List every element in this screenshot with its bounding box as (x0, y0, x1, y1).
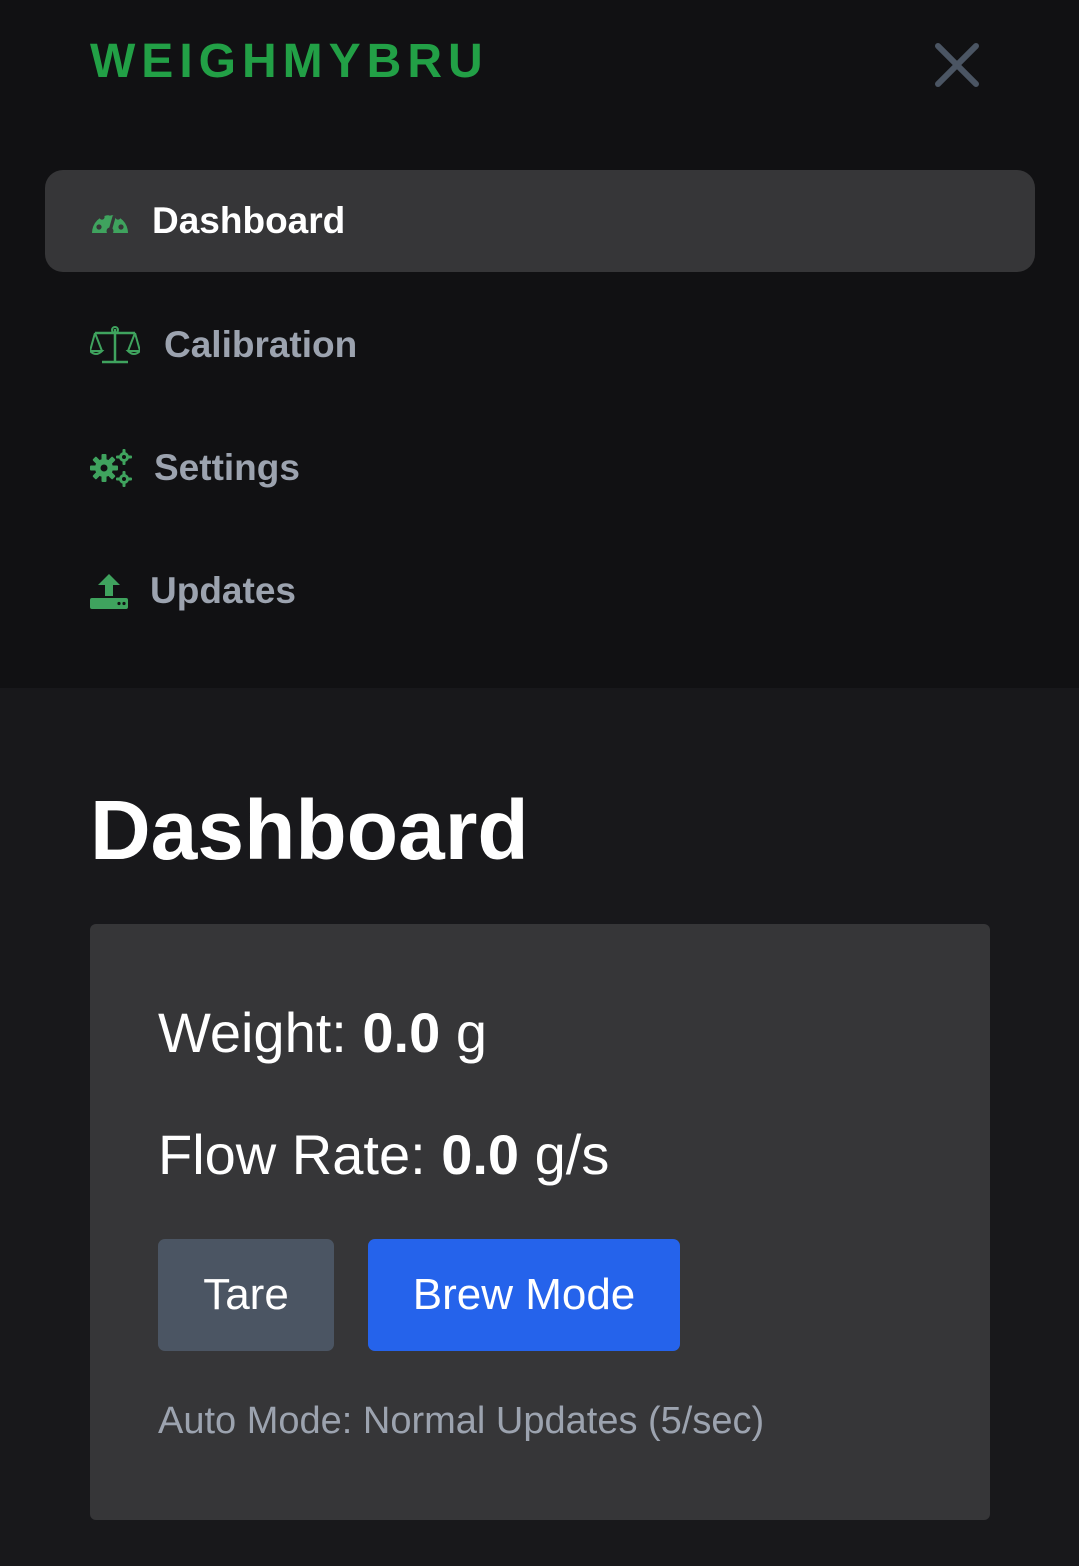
weight-value: 0.0 (362, 1001, 441, 1064)
sidebar-item-label: Calibration (164, 324, 358, 365)
sidebar-item-settings[interactable]: Settings (90, 441, 300, 495)
sidebar-item-updates[interactable]: Updates (90, 564, 296, 618)
sidebar-nav: WEIGHMYBRU Dashboard Calibration Setting… (0, 0, 1079, 688)
flow-rate-value: 0.0 (441, 1123, 520, 1186)
weight-readout: Weight: 0.0 g (158, 1000, 487, 1065)
page-title: Dashboard (90, 783, 529, 877)
sidebar-item-label: Dashboard (152, 200, 346, 241)
close-icon (935, 43, 979, 87)
brew-mode-button[interactable]: Brew Mode (368, 1239, 680, 1351)
flow-rate-label: Flow Rate: (158, 1123, 426, 1186)
sidebar-item-label: Settings (154, 447, 300, 488)
weight-unit: g (455, 1001, 487, 1064)
auto-mode-status: Auto Mode: Normal Updates (5/sec) (158, 1400, 765, 1442)
close-menu-button[interactable] (930, 38, 984, 92)
sidebar-item-label: Updates (150, 570, 296, 611)
upload-icon (90, 572, 128, 610)
gauge-icon (90, 205, 130, 237)
flow-rate-unit: g/s (534, 1123, 610, 1186)
flow-rate-readout: Flow Rate: 0.0 g/s (158, 1122, 609, 1187)
weight-label: Weight: (158, 1001, 347, 1064)
gears-icon (90, 448, 132, 488)
dashboard-card: Weight: 0.0 g Flow Rate: 0.0 g/s Tare Br… (90, 924, 990, 1520)
tare-button[interactable]: Tare (158, 1239, 334, 1351)
brand-logo: WEIGHMYBRU (90, 35, 489, 88)
sidebar-item-dashboard[interactable]: Dashboard (45, 170, 1035, 272)
balance-scale-icon (90, 325, 140, 365)
sidebar-item-calibration[interactable]: Calibration (90, 318, 357, 372)
